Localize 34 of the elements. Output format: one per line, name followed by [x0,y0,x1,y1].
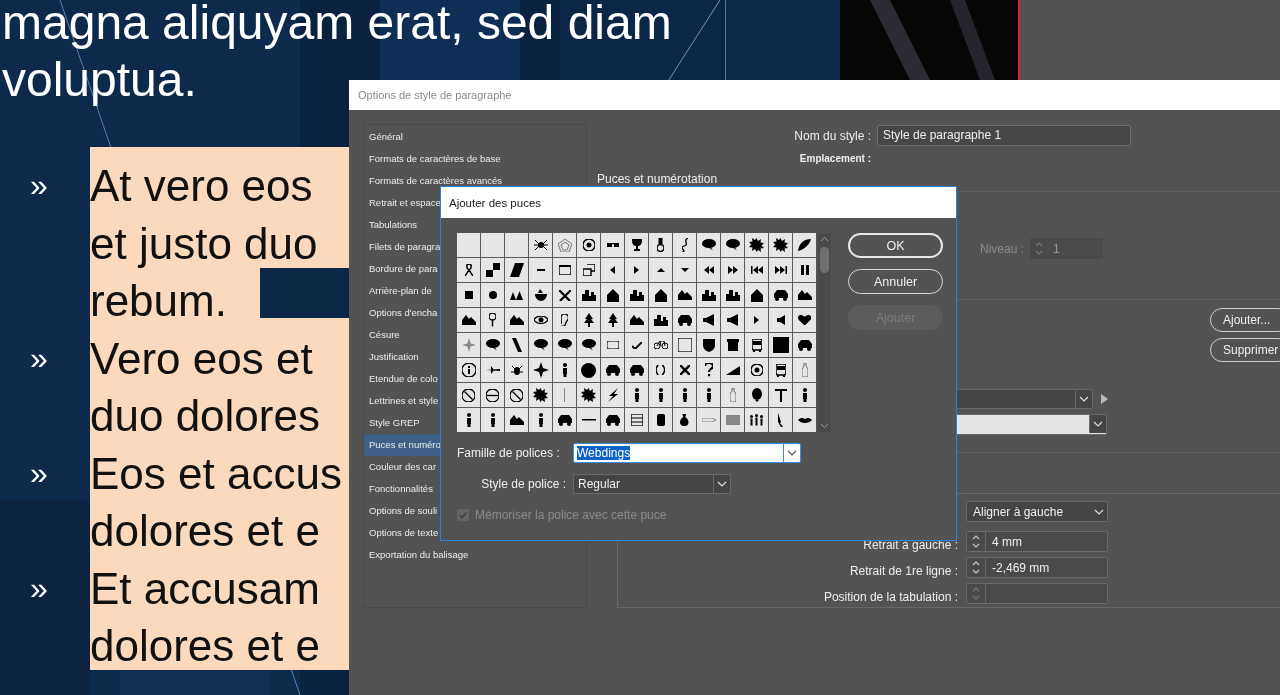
section-title: Puces et numérotation [597,172,718,186]
field-label: Style de police : [480,477,567,491]
field-label: Emplacement : [799,153,871,164]
bullet-mark: » [30,166,48,205]
paragraph-line: At vero eos [90,160,313,212]
font-family-field[interactable]: Webdings [573,443,801,463]
dialog-button[interactable]: OK [848,233,943,258]
heading-line: voluptua. [2,52,197,108]
window-title: Ajouter des puces [449,196,542,209]
paragraph-line: rebum. [90,275,227,327]
font-style-dropdown[interactable]: Regular [573,474,731,494]
bullet-mark: » [30,453,48,493]
alignment-dropdown[interactable]: Aligner à gauche [966,501,1108,522]
field-label: Retrait de 1re ligne : [849,562,958,578]
number-field[interactable]: 4 mm [966,531,1108,552]
paragraph-line: et justo duo [90,217,318,270]
bullet-mark: » [30,568,48,608]
sidebar-item[interactable]: Formats de caractères de base [364,148,586,170]
field-label: Position de la tabulation : [823,588,958,604]
heading-line: magna aliquyam erat, sed diam [2,0,672,51]
paragraph-line: duo dolores [90,390,320,442]
window-title: Options de style de paragraphe [358,89,512,101]
paragraph-line: Vero eos et [90,332,313,385]
paragraph-line: Eos et accus [90,447,342,500]
sidebar-item[interactable]: Exportation du balisage [364,544,586,566]
sidebar-item[interactable]: Général [364,126,586,148]
field-label: Famille de polices : [457,446,561,460]
paragraph-line: dolores et e [90,620,320,672]
paragraph-line: dolores et e [90,505,320,557]
style-name-field[interactable]: Style de paragraphe 1 [877,125,1131,146]
number-field[interactable]: -2,469 mm [966,557,1108,578]
bullet-mark: » [30,338,48,378]
paragraph-line: Et accusam [90,562,320,615]
field-label: Nom du style : [794,128,871,143]
